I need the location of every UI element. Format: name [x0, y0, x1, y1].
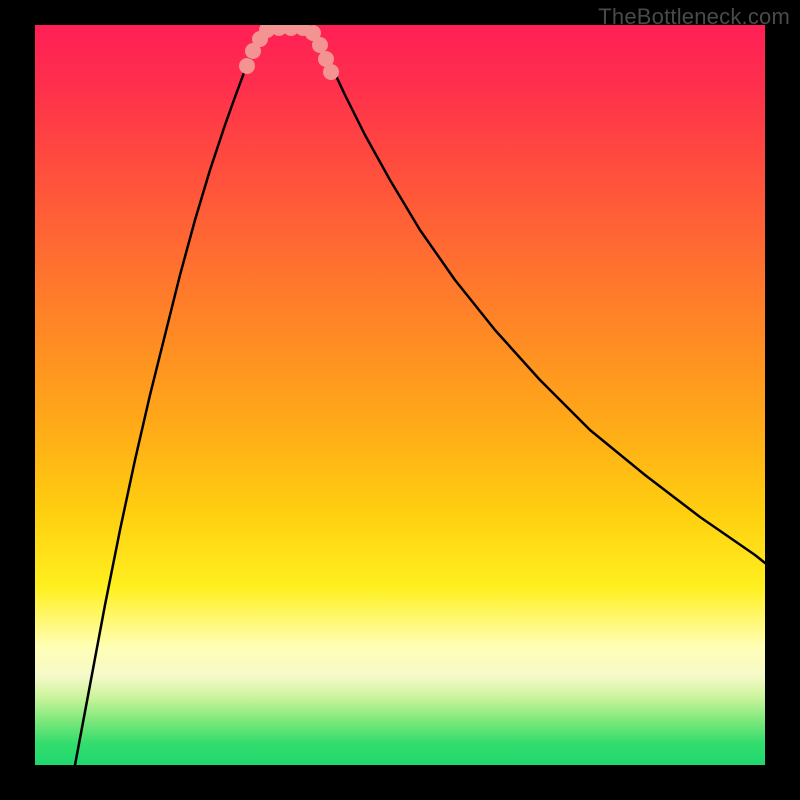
valley-marker-0: [239, 58, 255, 74]
curve-left-branch: [75, 27, 263, 765]
watermark-text: TheBottleneck.com: [598, 4, 790, 30]
gradient-plot-area: [35, 25, 765, 765]
valley-marker-8: [312, 37, 328, 53]
bottleneck-curve-svg: [35, 25, 765, 765]
curve-right-branch: [313, 27, 765, 563]
chart-frame: TheBottleneck.com: [0, 0, 800, 800]
valley-marker-10: [323, 64, 339, 80]
